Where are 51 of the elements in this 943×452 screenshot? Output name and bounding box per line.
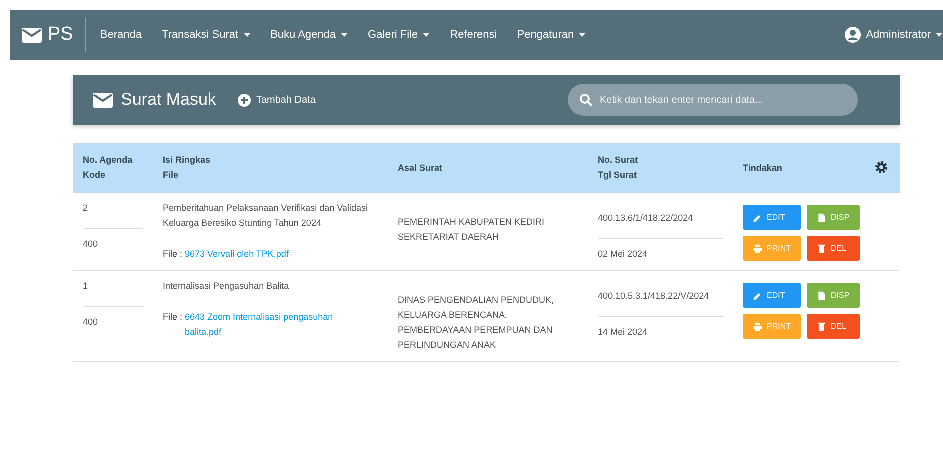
printer-icon <box>753 320 763 332</box>
del-button[interactable]: DEL <box>807 314 860 339</box>
nav-link[interactable]: Beranda <box>92 23 150 47</box>
mail-icon <box>22 28 42 42</box>
column-header: Asal Surat <box>398 162 443 172</box>
nav-link[interactable]: Referensi <box>442 23 506 47</box>
plus-icon <box>238 94 252 106</box>
printer-icon <box>753 242 763 254</box>
table-cell-text: 14 Mei 2024 <box>598 326 649 339</box>
table-cell-text: 2 <box>83 202 90 215</box>
file-link[interactable]: 6643 Zoom Internalisasi pengasuhan balita.pdf <box>185 310 346 340</box>
mail-icon <box>93 92 113 108</box>
column-header: No. Agenda Kode <box>83 155 133 180</box>
table-cell-text: 1 <box>83 280 90 293</box>
add-data-button[interactable]: Tambah Data <box>238 94 316 106</box>
nav-link[interactable]: Pengaturan <box>509 23 594 47</box>
table-cell-text: Pemberitahuan Pelaksanaan Verifikasi dan Validasi Keluarga Beresiko Stunting Tahun 2024 <box>163 202 369 230</box>
table-cell-text: 02 Mei 2024 <box>598 248 649 261</box>
account-icon <box>845 27 862 43</box>
column-header: No. Surat Tgl Surat <box>598 155 638 180</box>
table-cell-text: DINAS PENGENDALIAN PENDUDUK, KELUARGA BERENCANA, PEMBERDAYAAN PEREMPUAN DAN PERLINDUNGAN ANAK <box>398 294 556 352</box>
table-cell-text: 400.13.6/1/418.22/2024 <box>598 212 694 225</box>
table-cell-text: 400 <box>83 316 100 329</box>
file-icon <box>817 212 827 224</box>
table-cell-text: 400 <box>83 238 100 251</box>
column-header: Tindakan <box>743 162 782 172</box>
file-label: File : <box>163 249 183 259</box>
del-button[interactable]: DEL <box>807 236 860 261</box>
column-header: Isi Ringkas File <box>163 155 211 180</box>
nav-link[interactable]: Galeri File <box>360 23 438 47</box>
edit-button[interactable]: EDIT <box>743 205 801 230</box>
brand-name[interactable]: PS <box>48 24 74 46</box>
file-label: File : <box>163 312 183 322</box>
table-cell-text: 400.10.5.3.1/418.22/V/2024 <box>598 290 710 303</box>
edit-button[interactable]: EDIT <box>743 283 801 308</box>
table-cell-text: Internalisasi Pengasuhan Balita <box>163 280 290 293</box>
trash-icon <box>817 242 827 254</box>
disp-button[interactable]: DISP <box>807 205 860 230</box>
nav-link[interactable]: Buku Agenda <box>262 23 356 47</box>
file-link[interactable]: 9673 Vervali oleh TPK.pdf <box>185 247 289 262</box>
print-button[interactable]: PRINT <box>743 314 801 339</box>
print-button[interactable]: PRINT <box>743 236 801 261</box>
file-icon <box>817 290 827 302</box>
disp-button[interactable]: DISP <box>807 283 860 308</box>
nav-link[interactable]: Transaksi Surat <box>154 23 259 47</box>
trash-icon <box>817 320 827 332</box>
user-menu[interactable]: Administrator <box>837 21 943 49</box>
settings-icon[interactable] <box>875 161 888 174</box>
page-title: Surat Masuk <box>121 90 216 110</box>
search-field[interactable]: Ketik dan tekan enter mencari data... <box>568 84 858 116</box>
table-cell-text: PEMERINTAH KABUPATEN KEDIRI SEKRETARIAT DAERAH <box>398 216 546 244</box>
